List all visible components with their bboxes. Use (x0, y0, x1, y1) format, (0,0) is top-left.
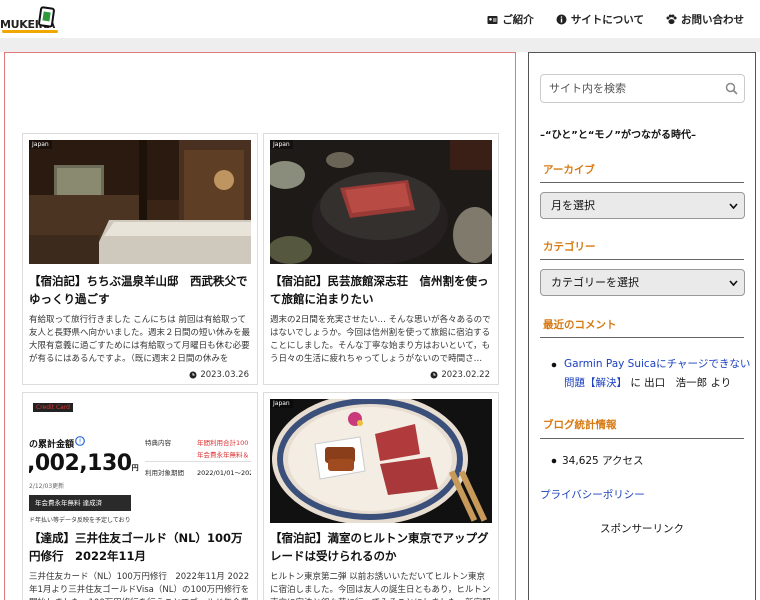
bullet-icon (551, 458, 557, 464)
category-divider (540, 259, 744, 260)
archive-divider (540, 182, 744, 183)
post-excerpt: 週末の2日間を充実させたい… そんな思いが各々あるのではないでしょうか。今回は信… (270, 315, 491, 364)
comment-author: に 出口 浩一郎 より (630, 377, 732, 389)
nav-contact[interactable]: お問い合わせ (666, 12, 744, 27)
info-icon (556, 14, 567, 25)
header-nav: ご紹介 サイトについて お問い合わせ (487, 12, 744, 27)
chevron-down-icon (729, 203, 738, 210)
post-thumbnail[interactable]: Credit Card の累計金額 ! ,002,130円 2/12/03更新 … (29, 399, 251, 523)
site-header: MUKEIKA ご紹介 サイトについて お問い合わせ (0, 0, 760, 38)
img-total-label: の累計金額 (29, 440, 75, 450)
tablet-logo-icon (38, 6, 55, 28)
archive-select-value: 月を選択 (551, 199, 595, 212)
search-icon[interactable] (725, 82, 738, 95)
site-tagline: –“ひと”と“モノ”がつながる時代– (540, 130, 696, 141)
id-card-icon (487, 15, 498, 24)
bullet-icon (551, 362, 557, 368)
img-total-number: ,002,130 (29, 451, 132, 476)
post-thumbnail[interactable]: Japan (270, 399, 492, 523)
post-tag: Japan (29, 140, 52, 149)
privacy-policy-link[interactable]: プライバシーポリシー (540, 487, 645, 502)
img-period-value: 2022/01/01〜2022/ (197, 469, 251, 477)
stats-title: ブログ統計情報 (543, 419, 617, 431)
main-content: Japan 【宿泊記】ちちぶ温泉羊山邸 西武秩父でゆっくり過ごす 有給取って旅行… (4, 52, 516, 600)
post-date: 2023.02.22 (430, 370, 490, 380)
post-title[interactable]: 【宿泊記】ちちぶ温泉羊山邸 西武秩父でゆっくり過ごす (29, 272, 251, 308)
img-date-note: 2/12/03更新 (29, 483, 65, 490)
nav-site-info[interactable]: サイトについて (556, 12, 644, 27)
post-title[interactable]: 【宿泊記】満室のヒルトン東京でアップグレードは受けられるのか (270, 529, 492, 565)
category-select[interactable]: カテゴリーを選択 (540, 269, 745, 296)
paw-icon (666, 14, 677, 25)
header-band (0, 38, 760, 52)
img-badge: 年会費永年無料 達成済 (29, 495, 131, 511)
comments-divider (540, 337, 744, 338)
category-select-value: カテゴリーを選択 (551, 276, 639, 289)
access-count: 34,625 アクセス (551, 453, 644, 468)
post-date-text: 2023.02.22 (441, 370, 490, 380)
hotel-room-image (29, 140, 251, 264)
post-thumbnail[interactable]: Japan (29, 140, 251, 264)
img-feature-label: 特典内容 (145, 439, 171, 447)
img-feature-value: 年間利用合計100 (197, 439, 249, 447)
post-title[interactable]: 【宿泊記】民芸旅館深志荘 信州割を使って旅館に泊まりたい (270, 272, 492, 308)
clock-icon (430, 371, 438, 379)
post-excerpt: ヒルトン東京第二弾 以前お誘いいただいてヒルトン東京に宿泊しました。今回は友人の… (270, 572, 491, 600)
archive-select[interactable]: 月を選択 (540, 192, 745, 219)
post-card[interactable]: Japan 【宿泊記】ちちぶ温泉羊山邸 西武秩父でゆっくり過ごす 有給取って旅行… (22, 133, 258, 385)
chevron-down-icon (729, 280, 738, 287)
recent-comment: Garmin Pay Suicaにチャージできない問題【解決】 に 出口 浩一郎… (551, 355, 751, 393)
post-title[interactable]: 【達成】三井住友ゴールド（NL）100万円修行 2022年11月 (29, 529, 251, 565)
img-period-label: 利用対象期間 (145, 469, 184, 477)
sponsored-link-label: スポンサーリンク (600, 523, 684, 535)
post-tag: Japan (270, 140, 293, 149)
archive-title: アーカイブ (543, 164, 595, 176)
post-excerpt: 有給取って旅行行きました こんにちは 前回は有給取って友人と長野県へ向かいました… (29, 315, 251, 364)
search-input[interactable] (541, 75, 721, 102)
search-box (540, 74, 745, 103)
post-tag: Credit Card (33, 403, 73, 412)
nav-contact-label: お問い合わせ (681, 14, 744, 26)
post-thumbnail[interactable]: Japan (270, 140, 492, 264)
post-excerpt: 三井住友カード（NL）100万円修行 2022年11月 2022年1月より三井住… (29, 572, 250, 600)
post-date-text: 2023.03.26 (200, 370, 249, 380)
img-total-value: ,002,130円 (29, 451, 139, 476)
category-title: カテゴリー (543, 241, 596, 253)
img-feature-sub: 年会費永年無料＆ (197, 451, 249, 459)
logo-underline (2, 30, 58, 33)
post-card[interactable]: Credit Card の累計金額 ! ,002,130円 2/12/03更新 … (22, 392, 258, 600)
svg-text:!: ! (79, 438, 82, 446)
steak-dinner-image (270, 140, 492, 264)
post-card[interactable]: Japan 【宿泊記】満室のヒルトン東京でアップグレードは受けられるのか ヒルト… (263, 392, 499, 600)
comments-title: 最近のコメント (543, 319, 617, 331)
nav-site-info-label: サイトについて (570, 14, 644, 26)
stats-divider (540, 438, 744, 439)
post-tag: Japan (270, 399, 293, 408)
site-logo[interactable]: MUKEIKA (0, 6, 62, 34)
wagyu-plate-image (270, 399, 492, 523)
post-date: 2023.03.26 (189, 370, 249, 380)
help-circle-icon: ! (75, 436, 85, 446)
recent-comment-text: Garmin Pay Suicaにチャージできない問題【解決】 に 出口 浩一郎… (551, 355, 751, 393)
nav-about-label: ご紹介 (502, 14, 534, 26)
clock-icon (189, 371, 197, 379)
access-count-text: 34,625 アクセス (562, 455, 644, 467)
img-divider (145, 461, 251, 462)
img-total-unit: 円 (131, 464, 139, 472)
sidebar: –“ひと”と“モノ”がつながる時代– アーカイブ 月を選択 カテゴリー カテゴリ… (528, 52, 756, 600)
nav-about[interactable]: ご紹介 (487, 12, 534, 27)
img-caption: ド年払い等データ反映を予定しており (29, 517, 131, 523)
post-card[interactable]: Japan 【宿泊記】民芸旅館深志荘 信州割を使って旅館に泊まりたい 週末の2日… (263, 133, 499, 385)
